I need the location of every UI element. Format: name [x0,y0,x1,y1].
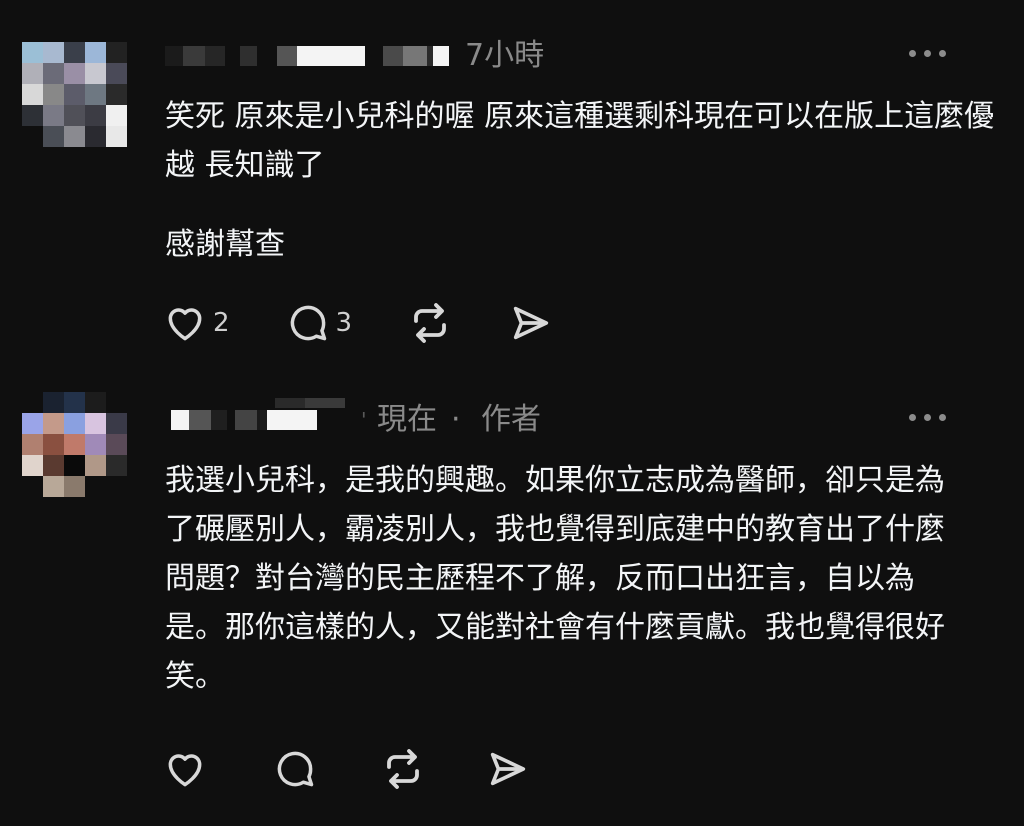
avatar-pixel [85,476,106,497]
heart-icon [168,754,202,787]
avatar-pixel [85,413,106,434]
avatar-pixel [22,413,43,434]
post-header: ' 現在 · 作者 [165,398,984,438]
author-badge: 作者 [481,402,541,437]
redacted-handle [235,410,359,430]
share-button[interactable] [485,746,531,792]
redacted-username[interactable] [171,410,227,430]
avatar-pixel [85,392,106,413]
avatar-pixel [22,476,43,497]
comment-button[interactable] [273,747,317,791]
avatar-pixel [64,434,85,455]
meta-separator: · [451,402,461,437]
avatar-pixel [64,476,85,497]
avatar-pixel [85,455,106,476]
reply-post-2: ' 現在 · 作者 我選小兒科，是我的興趣。如果你立志成為醫師，卻只是為了碾壓別… [0,0,1024,789]
like-button[interactable] [163,747,207,791]
post-time: 現在 [377,402,437,437]
avatar-pixel [43,392,64,413]
avatar-pixel [64,413,85,434]
avatar-pixel [106,476,127,497]
avatar-pixel [64,455,85,476]
avatar-pixel [106,455,127,476]
avatar-pixel [106,434,127,455]
avatar-pixel [22,455,43,476]
avatar-pixel [43,434,64,455]
action-bar [160,744,531,794]
avatar-pixel [43,476,64,497]
repost-button[interactable] [379,745,427,793]
avatar-pixel [106,413,127,434]
avatar-pixel [22,434,43,455]
avatar-pixel [85,434,106,455]
avatar-pixel [64,392,85,413]
avatar[interactable] [22,392,127,497]
avatar-pixel [43,413,64,434]
comment-icon [277,751,314,787]
more-icon[interactable] [909,414,946,421]
repost-icon [387,749,419,789]
avatar-pixel [43,455,64,476]
avatar-pixel [106,392,127,413]
post-body: 我選小兒科，是我的興趣。如果你立志成為醫師，卻只是為了碾壓別人，霸凌別人，我也覺… [165,463,945,694]
avatar-pixel [22,392,43,413]
redacted-handle [275,398,345,408]
share-icon [490,752,526,786]
redact-edge: ' [361,408,367,432]
